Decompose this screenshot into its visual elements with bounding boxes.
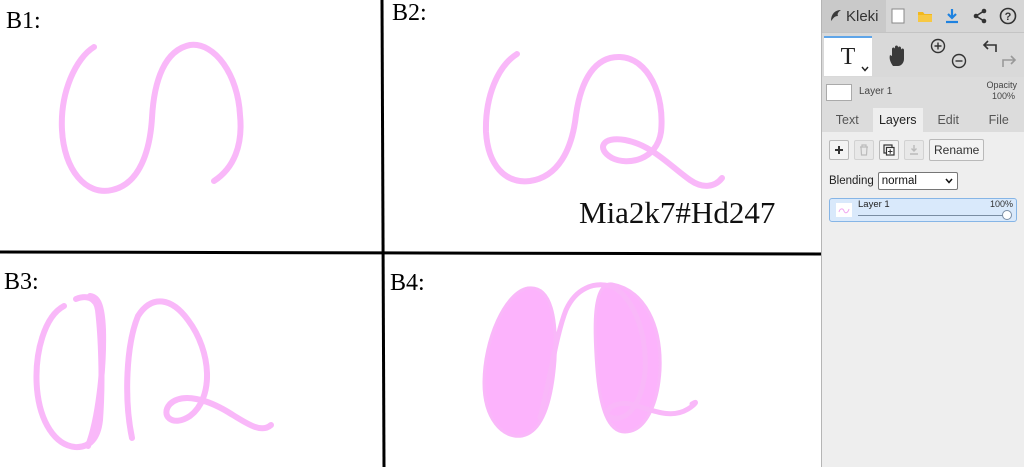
help-button[interactable]: ? [998,6,1018,26]
redo-button[interactable] [999,51,1019,71]
tool-row: T [822,33,1024,77]
current-layer-row: Layer 1 Opacity 100% [822,80,1024,106]
blending-label: Blending [829,175,874,187]
open-file-button[interactable] [915,6,935,26]
layer-item-opacity: 100% [989,199,1013,209]
tab-text[interactable]: Text [822,108,873,132]
panel-label-b3: B3: [4,269,39,295]
duplicate-icon [883,144,895,156]
download-icon [946,9,958,24]
chevron-down-icon [945,178,953,184]
undo-icon [982,40,997,52]
sidebar: Kleki ? T Layer 1 Opacity 100% Text Laye… [821,0,1024,467]
hand-icon [889,45,904,66]
tab-file[interactable]: File [974,108,1024,132]
undo-button[interactable] [980,36,1000,56]
vertical-divider [380,0,386,467]
current-layer-name: Layer 1 [859,86,893,97]
layer-opacity-track[interactable] [858,215,1008,216]
duplicate-layer-button[interactable] [879,140,899,160]
opacity-label: Opacity [986,80,1017,90]
tab-edit[interactable]: Edit [923,108,974,132]
blending-select[interactable]: normal [877,172,958,190]
merge-down-icon [910,145,918,155]
blending-value: normal [881,175,917,187]
zoom-in-icon [930,38,946,54]
layer-thumbnail [826,84,852,101]
hand-tool-button[interactable] [880,36,916,76]
b2-stroke [482,51,725,189]
layer-actions: Rename [829,139,985,161]
download-button[interactable] [942,6,962,26]
opacity-value: 100% [991,91,1015,101]
share-button[interactable] [970,6,990,26]
redo-icon [1002,55,1017,67]
zoom-in-button[interactable] [928,36,948,56]
text-tool-label: T [840,43,856,70]
add-layer-button[interactable] [829,140,849,160]
trash-icon [860,144,868,156]
tab-layers[interactable]: Layers [872,108,923,132]
text-tool-button[interactable]: T [824,36,872,76]
delete-layer-button[interactable] [854,140,874,160]
watermark-text: Mia2k7#Hd247 [579,195,776,230]
plus-icon [835,146,843,154]
merge-layer-button[interactable] [904,140,924,160]
tab-bar: Text Layers Edit File [822,108,1024,132]
new-image-icon [891,8,905,24]
layer-item-thumbnail [836,203,852,217]
b4-fill-left [482,286,557,438]
horizontal-divider [0,250,821,256]
layer-item[interactable]: Layer 1 100% [829,198,1017,222]
canvas-drawing [0,0,821,467]
rename-button[interactable]: Rename [929,139,985,161]
b3-stroke-loop [124,298,274,441]
kleki-logo-icon [831,10,841,21]
svg-text:?: ? [1005,11,1012,23]
chevron-down-icon[interactable] [861,66,869,72]
layers-panel: Rename Blending normal Layer 1 100% [822,132,1024,467]
zoom-out-icon [951,53,967,69]
help-icon: ? [999,7,1017,25]
open-file-icon [918,12,932,22]
b1-stroke [58,41,244,194]
layer-opacity-slider[interactable] [1002,210,1012,220]
app-name: Kleki [846,7,879,25]
layer-item-name: Layer 1 [858,199,890,210]
share-icon [973,8,987,24]
drawing-canvas[interactable]: B1: B2: B3: B4: Mia2k7#Hd247 [0,0,821,467]
zoom-out-button[interactable] [949,51,969,71]
panel-label-b2: B2: [392,0,427,26]
top-bar: Kleki ? [822,0,1024,33]
blending-row: Blending normal [829,172,958,190]
panel-label-b4: B4: [390,270,425,296]
new-image-button[interactable] [888,6,908,26]
app-logo[interactable]: Kleki [822,0,886,32]
panel-label-b1: B1: [6,8,41,34]
